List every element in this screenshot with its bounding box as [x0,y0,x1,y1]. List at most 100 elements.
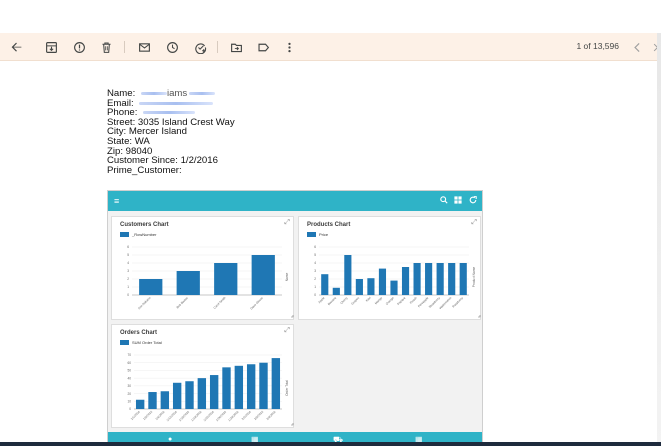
x-tick-label: 1/5/2016 [142,410,153,421]
bar [246,364,256,409]
redacted-phone [143,111,196,115]
x-tick-label: Peach [409,296,418,305]
name-value: iams [166,88,188,99]
grid-view-icon [454,196,462,206]
scrollbar-track[interactable] [657,33,661,446]
y-tick-label: 70 [127,353,131,357]
customers-chart-card: Customers Chart ⤢ _RowNumber 0 1 2 3 4 5 6 Ann … [111,216,294,320]
y-tick-label: 2 [314,277,316,281]
x-tick-label: Dave Glover [249,296,264,311]
y-tick-label: 4 [127,261,129,265]
toolbar-divider [124,41,125,53]
label-icon[interactable] [253,37,273,57]
bar [251,255,275,295]
refresh-icon [469,196,477,206]
newer-chevron-left-icon[interactable] [627,37,647,57]
x-tick-label: Raspberry [451,296,464,309]
y-tick-label: 2 [127,277,129,281]
mark-unread-icon[interactable] [134,37,154,57]
orders-chart-svg: 0102030405060701/1/2016 1/5/2016 1/8/2016 1… [127,353,294,426]
snooze-clock-icon[interactable] [162,37,182,57]
x-tick-label: Cherry [339,296,349,306]
x-tick-label: 1/26/2016 [215,410,228,423]
x-tick-label: 2/5/2016 [253,410,264,421]
x-tick-label: Ann Nakano [137,296,152,311]
products-chart-card: Products Chart ⤢ Price 0 1 2 3 4 5 6 Apple Banan… [298,216,481,320]
x-tick-label: Mango [374,296,384,306]
bar [135,399,145,409]
x-tick-label: Kiwi [365,296,372,303]
x-tick-label: 1/22/2016 [203,410,216,423]
bar [425,263,433,295]
bar [185,381,194,409]
delete-icon[interactable] [96,37,116,57]
bar [332,287,340,295]
y-tick-label: 1 [127,285,129,289]
y-tick-label: 3 [127,269,129,273]
y-tick-label: 0 [314,293,316,297]
y-tick-label: 0 [127,293,129,297]
x-tick-label: 2/2/2016 [241,410,252,421]
axis-title: Product Name [472,267,476,288]
y-tick-label: 20 [127,392,131,396]
resize-corner [478,315,481,318]
products-chart-svg: 0 1 2 3 4 5 6 Apple Banana Cherry Grapes Kiwi Mango O… [314,245,481,318]
x-tick-label: 1/29/2016 [227,410,240,423]
y-tick-label: 60 [127,361,131,365]
bar [367,278,375,295]
bar [214,263,238,295]
axis-title: Order Total [285,380,289,396]
y-tick-label: 10 [127,399,131,403]
mail-toolbar: 1 of 13,596 [0,33,661,61]
back-arrow-icon[interactable] [6,37,26,57]
bar [448,263,456,295]
y-tick-label: 5 [127,253,129,257]
redacted-email [139,101,214,105]
bar [459,263,467,295]
x-tick-label: 1/8/2016 [154,410,165,421]
bar [401,267,410,295]
bar [160,391,170,409]
move-to-folder-icon[interactable] [226,37,246,57]
bar [172,382,182,409]
x-tick-label: Papaya [396,296,406,306]
bar [148,392,157,409]
more-options-icon[interactable] [279,37,299,57]
x-tick-label: 1/19/2016 [190,410,203,423]
bar [413,263,421,295]
redacted-name-tail [189,91,216,95]
customers-chart-svg: 0 1 2 3 4 5 6 Ann Nakano Bob Barker Carol Smith Da… [127,245,294,318]
bar [321,274,329,295]
x-tick-label: Bob Barker [176,296,189,309]
dashboard-header: ≡ [108,191,482,211]
x-tick-label: Orange [385,296,395,306]
resize-corner [291,423,294,426]
bar [234,365,244,409]
y-tick-label: 50 [127,369,131,373]
y-tick-label: 30 [127,384,131,388]
bar [271,358,281,409]
x-tick-label: Grapes [350,296,360,306]
taskbar-edge [0,442,661,446]
add-to-tasks-icon[interactable] [190,37,210,57]
axis-title: Name [285,273,289,282]
bar [355,279,363,295]
dashboard-image: ≡ Customers Chart ⤢ _RowNumber 0 1 2 3 4 5 6 An… [107,190,483,446]
bar [139,279,163,295]
x-tick-label: 1/15/2016 [178,410,191,423]
orders-chart-card: Orders Chart ⤢ SUM Order Total 0 10 20 30 40… [111,324,294,428]
redacted-name [140,91,167,95]
y-tick-label: 3 [314,269,316,273]
y-tick-label: 40 [127,376,131,380]
y-tick-label: 0 [129,407,131,411]
top-strip [0,0,661,33]
bar [176,271,200,295]
bar [197,378,207,409]
toolbar-divider [217,41,218,53]
archive-icon[interactable] [41,37,61,57]
y-tick-label: 5 [314,253,316,257]
report-spam-icon[interactable] [69,37,89,57]
x-tick-label: 2/9/2016 [265,410,276,421]
x-tick-label: Apple [317,296,325,304]
bar [390,280,398,295]
